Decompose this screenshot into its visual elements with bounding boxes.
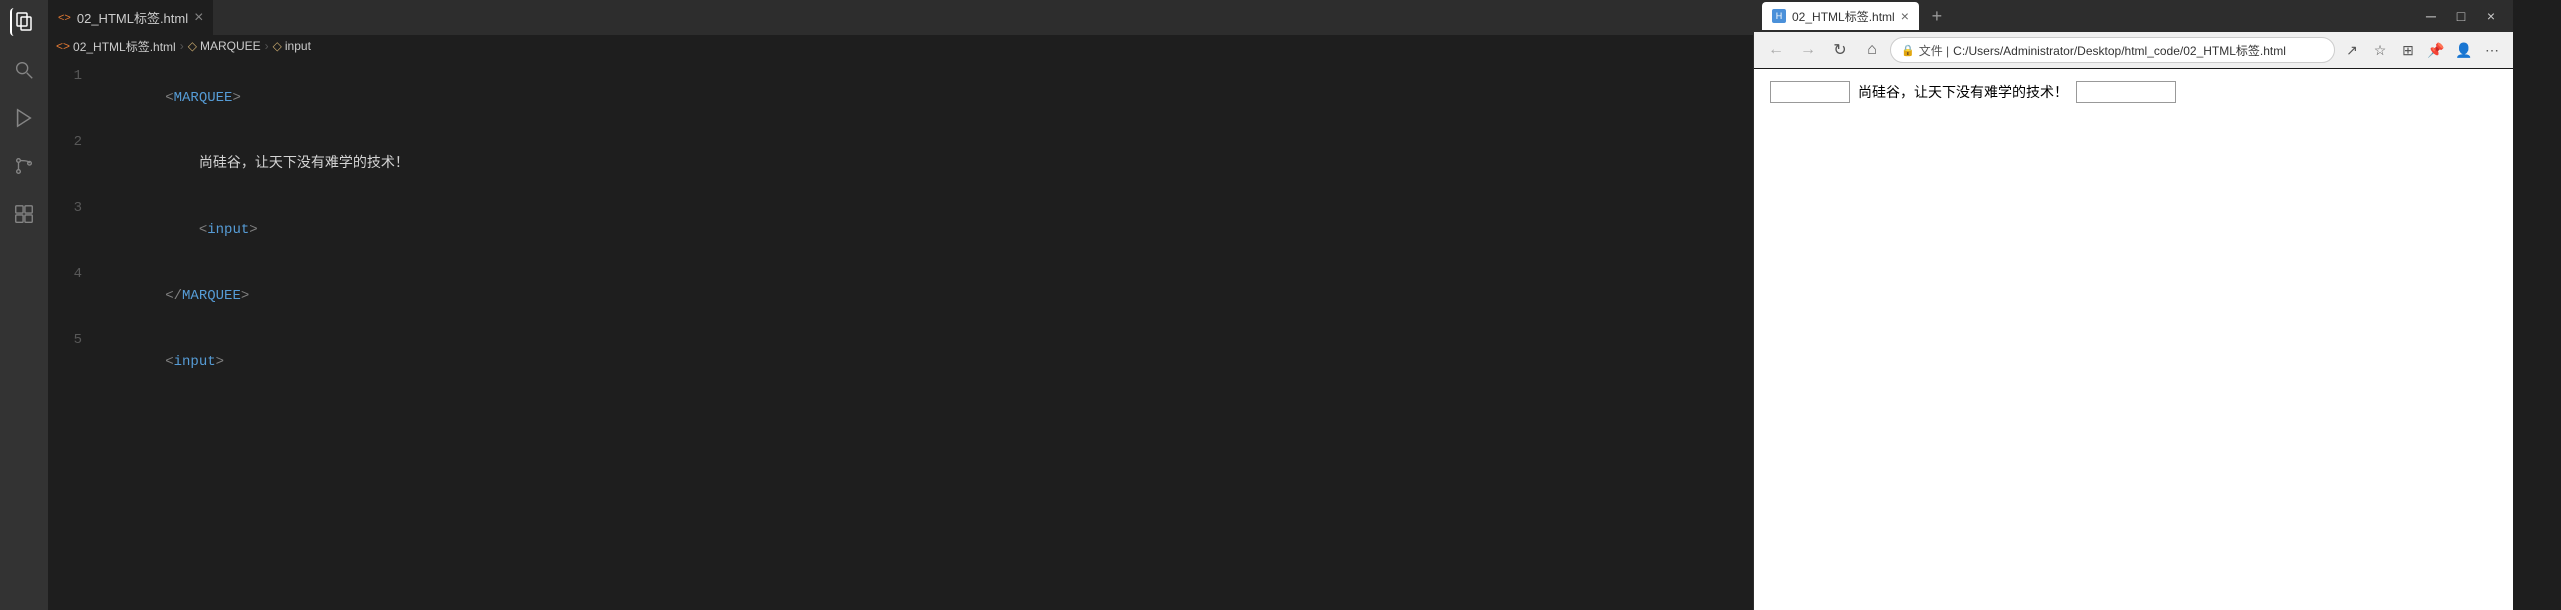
breadcrumb-item-marquee[interactable]: ◇ MARQUEE — [188, 39, 261, 53]
favicon-text: H — [1776, 11, 1783, 21]
page-input-right[interactable] — [2076, 81, 2176, 103]
address-text: C:/Users/Administrator/Desktop/html_code… — [1953, 42, 2324, 59]
editor-area: <> 02_HTML标签.html × <> 02_HTML标签.html › … — [48, 0, 1753, 610]
breadcrumb-sep-2: › — [265, 39, 269, 53]
code-line-4: 4 </MARQUEE> — [48, 263, 1753, 329]
line-content-2: 尚硅谷，让天下没有难学的技术！ — [98, 131, 1753, 197]
breadcrumb-marquee-icon: ◇ — [188, 39, 197, 53]
share-button[interactable]: ↗ — [2339, 37, 2365, 63]
forward-button[interactable]: → — [1794, 36, 1822, 64]
tab-label: 02_HTML标签.html — [77, 8, 188, 27]
breadcrumb-sep-1: › — [180, 39, 184, 53]
browser-favicon: H — [1772, 9, 1786, 23]
line-number-1: 1 — [48, 65, 98, 87]
restore-button[interactable]: □ — [2447, 2, 2475, 30]
git-icon[interactable] — [10, 152, 38, 180]
line-number-3: 3 — [48, 197, 98, 219]
code-editor[interactable]: 1 <MARQUEE> 2 尚硅谷，让天下没有难学的技术！ 3 <input> … — [48, 57, 1753, 610]
breadcrumb-item-file[interactable]: <> 02_HTML标签.html — [56, 38, 176, 55]
browser-chrome: H 02_HTML标签.html × + ─ □ × ← → — [1754, 0, 2513, 69]
browser-tab-label: 02_HTML标签.html — [1792, 8, 1895, 25]
restore-icon: □ — [2457, 8, 2465, 24]
close-window-icon: × — [2487, 8, 2495, 24]
new-tab-button[interactable]: + — [1923, 2, 1951, 30]
tab-close-button[interactable]: × — [194, 10, 203, 26]
code-line-5: 5 <input> — [48, 329, 1753, 395]
breadcrumb: <> 02_HTML标签.html › ◇ MARQUEE › ◇ input — [48, 35, 1753, 57]
breadcrumb-item-input[interactable]: ◇ input — [273, 39, 311, 53]
browser-tab-close-button[interactable]: × — [1901, 8, 1909, 24]
activity-bar — [0, 0, 48, 610]
line-content-4: </MARQUEE> — [98, 263, 1753, 329]
minimize-icon: ─ — [2426, 8, 2436, 24]
page-marquee-text: 尚硅谷，让天下没有难学的技术！ — [1858, 82, 2068, 102]
extensions-icon[interactable] — [10, 200, 38, 228]
lock-icon: 🔒 — [1901, 44, 1915, 57]
tab-bar: <> 02_HTML标签.html × — [48, 0, 1753, 35]
menu-button[interactable]: ⋯ — [2479, 37, 2505, 63]
browser-actions: ↗ ☆ ⊞ 📌 👤 ⋯ — [2339, 37, 2505, 63]
line-content-5: <input> — [98, 329, 1753, 395]
address-bar[interactable]: 🔒 文件 | C:/Users/Administrator/Desktop/ht… — [1890, 37, 2335, 63]
code-line-3: 3 <input> — [48, 197, 1753, 263]
line-content-3: <input> — [98, 197, 1753, 263]
line-number-4: 4 — [48, 263, 98, 285]
browser-panel: H 02_HTML标签.html × + ─ □ × ← → — [1753, 0, 2513, 610]
home-button[interactable]: ⌂ — [1858, 36, 1886, 64]
line-number-5: 5 — [48, 329, 98, 351]
browser-tab[interactable]: H 02_HTML标签.html × — [1762, 2, 1919, 30]
browser-content: 尚硅谷，让天下没有难学的技术！ — [1754, 69, 2513, 610]
reload-button[interactable]: ↻ — [1826, 36, 1854, 64]
profile-button[interactable]: 👤 — [2451, 37, 2477, 63]
browser-titlebar: H 02_HTML标签.html × + ─ □ × — [1754, 0, 2513, 32]
breadcrumb-input-icon: ◇ — [273, 39, 282, 53]
collections-button[interactable]: ⊞ — [2395, 37, 2421, 63]
favorite-button[interactable]: ☆ — [2367, 37, 2393, 63]
search-icon[interactable] — [10, 56, 38, 84]
file-protocol-label: 文件 | — [1919, 42, 1949, 59]
line-number-2: 2 — [48, 131, 98, 153]
back-button[interactable]: ← — [1762, 36, 1790, 64]
breadcrumb-file-label: 02_HTML标签.html — [73, 38, 176, 55]
line-content-1: <MARQUEE> — [98, 65, 1753, 131]
close-window-button[interactable]: × — [2477, 2, 2505, 30]
pin-button[interactable]: 📌 — [2423, 37, 2449, 63]
run-icon[interactable] — [10, 104, 38, 132]
breadcrumb-file-icon: <> — [56, 39, 70, 53]
html-file-icon: <> — [58, 12, 71, 24]
window-controls: ─ □ × — [2417, 2, 2505, 30]
breadcrumb-input-label: input — [285, 39, 311, 53]
page-input-left[interactable] — [1770, 81, 1850, 103]
editor-tab[interactable]: <> 02_HTML标签.html × — [48, 0, 214, 35]
code-line-2: 2 尚硅谷，让天下没有难学的技术！ — [48, 131, 1753, 197]
browser-toolbar: ← → ↻ ⌂ 🔒 文件 | C:/Users/Administrator/De… — [1754, 32, 2513, 68]
minimize-button[interactable]: ─ — [2417, 2, 2445, 30]
files-icon[interactable] — [10, 8, 38, 36]
code-line-1: 1 <MARQUEE> — [48, 65, 1753, 131]
page-content: 尚硅谷，让天下没有难学的技术！ — [1770, 81, 2497, 103]
breadcrumb-marquee-label: MARQUEE — [200, 39, 261, 53]
right-panel — [2513, 0, 2561, 610]
